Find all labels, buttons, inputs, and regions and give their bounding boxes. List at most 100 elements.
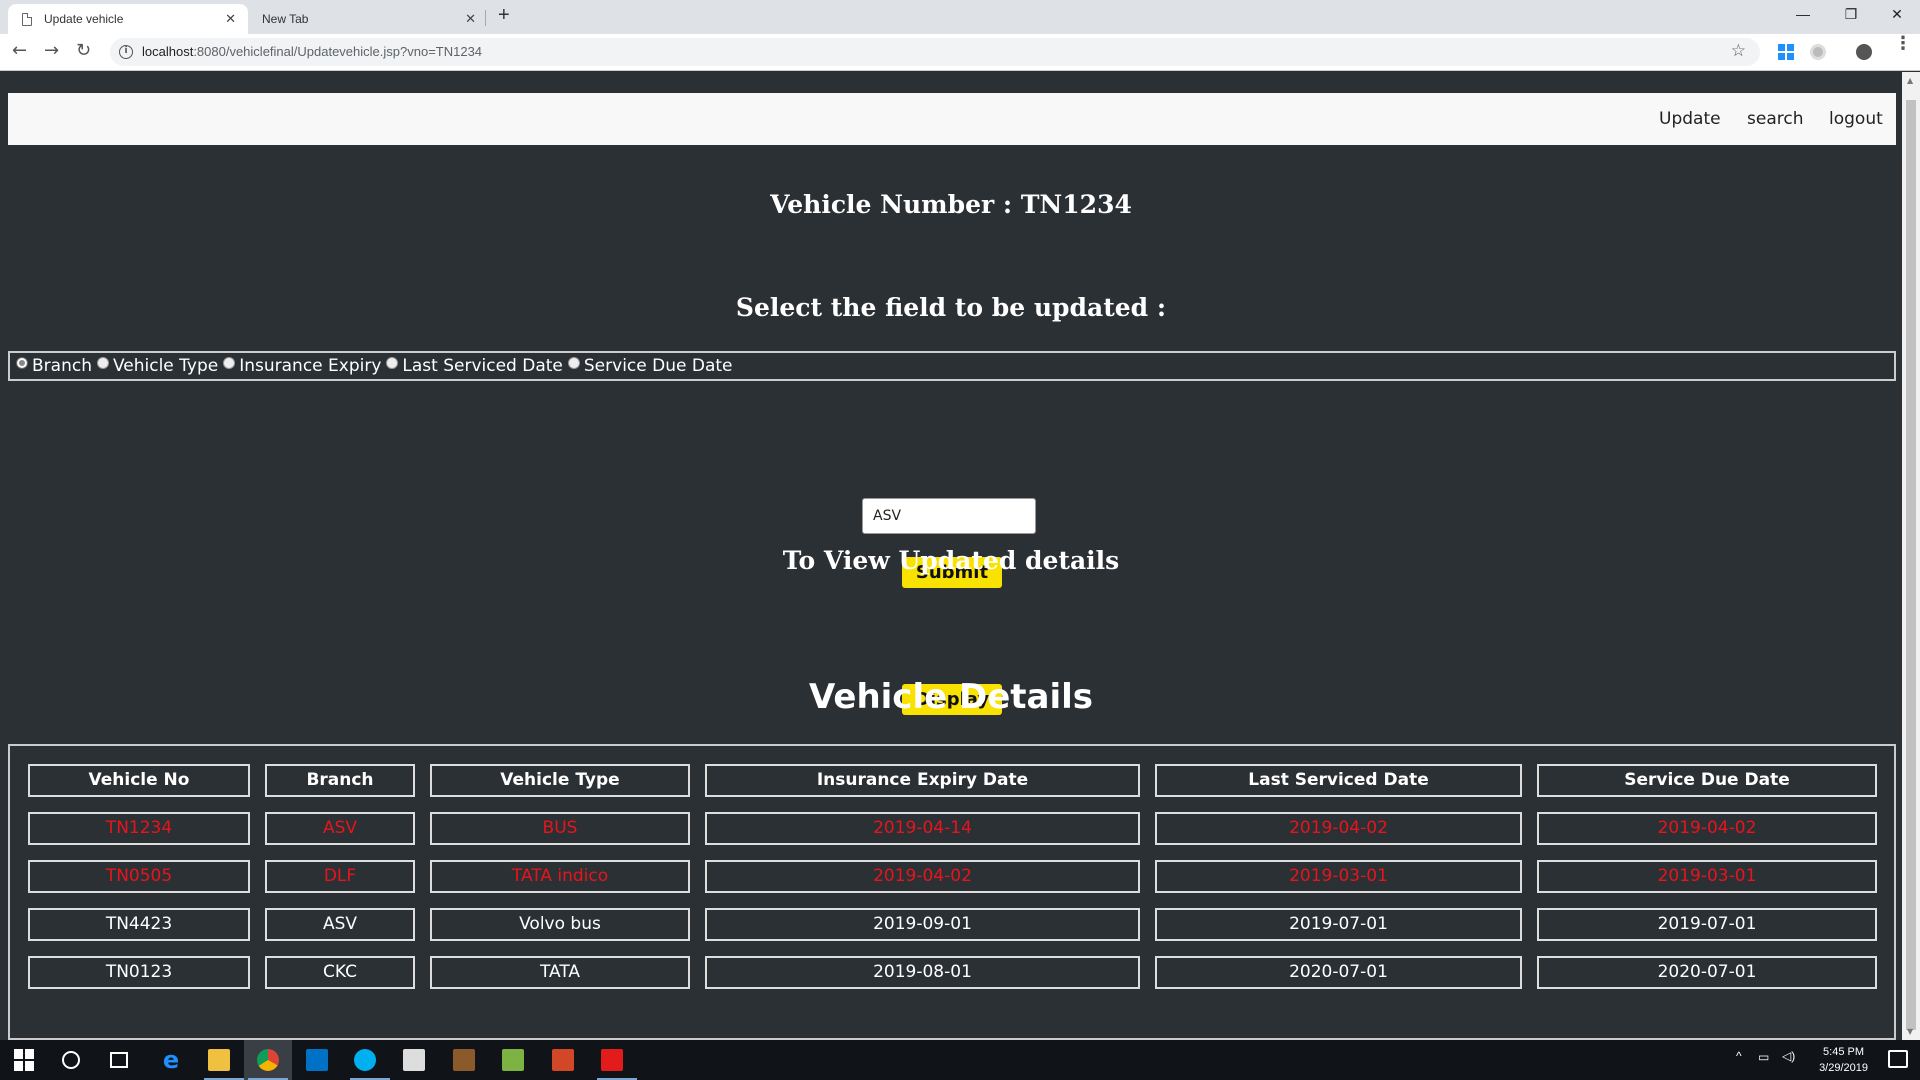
- scroll-down-arrow-icon[interactable]: ▼: [1907, 1027, 1913, 1036]
- table-cell: 2019-03-01: [1155, 860, 1522, 893]
- app-icon[interactable]: [453, 1049, 475, 1071]
- table-cell: 2019-07-01: [1537, 908, 1877, 941]
- vehicle-details-heading: Vehicle Details: [808, 677, 1094, 717]
- radio-button[interactable]: [386, 357, 399, 369]
- scroll-up-arrow-icon[interactable]: ▲: [1907, 76, 1913, 85]
- radio-button[interactable]: [567, 357, 580, 369]
- radio-label: Service Due Date: [583, 356, 733, 376]
- back-arrow-icon[interactable]: ←: [12, 40, 27, 61]
- table-cell: Volvo bus: [430, 908, 690, 941]
- minimize-icon[interactable]: —: [1780, 0, 1826, 30]
- page-body: Update search logout Vehicle Number : TN…: [0, 72, 1902, 1040]
- radio-vehicle-type[interactable]: Vehicle Type: [96, 356, 219, 376]
- radio-button[interactable]: [223, 357, 236, 369]
- table-cell: TN0123: [28, 956, 250, 989]
- table-cell: BUS: [430, 812, 690, 845]
- table-cell: 2020-07-01: [1155, 956, 1522, 989]
- address-bar[interactable]: i localhost:8080/vehiclefinal/Updatevehi…: [110, 38, 1760, 66]
- close-tab-icon[interactable]: ✕: [465, 12, 476, 25]
- radio-button[interactable]: [96, 357, 109, 369]
- task-view-icon[interactable]: [110, 1052, 128, 1068]
- action-center-icon[interactable]: [1888, 1050, 1908, 1068]
- info-icon[interactable]: i: [119, 45, 133, 59]
- field-radio-group: Branch Vehicle Type Insurance Expiry Las…: [8, 351, 1896, 381]
- view-updated-heading: To View Updated details: [782, 546, 1120, 575]
- editor-icon[interactable]: [502, 1049, 524, 1071]
- cortana-search-icon[interactable]: [62, 1051, 80, 1069]
- acrobat-icon[interactable]: [601, 1049, 623, 1071]
- radio-label: Insurance Expiry: [239, 356, 382, 376]
- table-cell: TATA indico: [430, 860, 690, 893]
- column-header: Vehicle Type: [430, 764, 690, 797]
- close-tab-icon[interactable]: ✕: [225, 12, 236, 25]
- nav-search-link[interactable]: search: [1747, 109, 1803, 129]
- url-text[interactable]: localhost:8080/vehiclefinal/Updatevehicl…: [142, 44, 482, 59]
- table-cell: DLF: [265, 860, 415, 893]
- update-value-input[interactable]: [862, 498, 1036, 534]
- radio-label: Last Serviced Date: [402, 356, 563, 376]
- skype-icon[interactable]: [354, 1049, 376, 1071]
- windows-taskbar: e ^ ▭ ◁) 5:45 PM 3/29/2019: [0, 1040, 1920, 1080]
- page-scrollbar[interactable]: ▲ ▼: [1902, 72, 1920, 1040]
- column-header: Vehicle No: [28, 764, 250, 797]
- table-cell: 2020-07-01: [1537, 956, 1877, 989]
- radio-button[interactable]: [16, 357, 28, 369]
- radio-branch[interactable]: Branch: [16, 356, 92, 376]
- network-icon[interactable]: ▭: [1758, 1050, 1769, 1064]
- table-cell: ASV: [265, 908, 415, 941]
- clock-date: 3/29/2019: [1819, 1062, 1868, 1074]
- table-cell: TN0505: [28, 860, 250, 893]
- restore-icon[interactable]: ❐: [1828, 0, 1874, 30]
- tab-update-vehicle[interactable]: Update vehicle ✕: [8, 4, 248, 34]
- forward-arrow-icon[interactable]: →: [44, 40, 59, 61]
- profile-avatar-icon[interactable]: [1856, 44, 1872, 60]
- tab-title: New Tab: [262, 12, 309, 26]
- windows-start-icon[interactable]: [14, 1049, 36, 1071]
- show-hidden-icons-icon[interactable]: ^: [1736, 1049, 1742, 1063]
- window-close-icon[interactable]: ✕: [1874, 0, 1920, 30]
- new-tab-plus-icon[interactable]: +: [498, 4, 510, 27]
- scrollbar-thumb[interactable]: [1906, 100, 1916, 1030]
- file-explorer-icon[interactable]: [208, 1049, 230, 1071]
- tab-title: Update vehicle: [44, 12, 124, 26]
- radio-label: Vehicle Type: [112, 356, 219, 376]
- radio-service-due-date[interactable]: Service Due Date: [567, 356, 733, 376]
- tab-new-tab[interactable]: New Tab ✕: [248, 4, 488, 34]
- nav-update-link[interactable]: Update: [1659, 109, 1721, 129]
- column-header: Insurance Expiry Date: [705, 764, 1140, 797]
- edge-browser-icon[interactable]: e: [160, 1048, 182, 1072]
- radio-last-serviced-date[interactable]: Last Serviced Date: [386, 356, 563, 376]
- nav-logout-link[interactable]: logout: [1829, 109, 1883, 129]
- system-clock[interactable]: 5:45 PM 3/29/2019: [1819, 1044, 1868, 1076]
- table-cell: TATA: [430, 956, 690, 989]
- table-cell: 2019-09-01: [705, 908, 1140, 941]
- select-field-heading: Select the field to be updated :: [735, 293, 1167, 322]
- chrome-browser-icon[interactable]: [257, 1049, 279, 1071]
- column-header: Last Serviced Date: [1155, 764, 1522, 797]
- clock-time: 5:45 PM: [1823, 1046, 1865, 1058]
- bookmark-star-icon[interactable]: ☆: [1731, 41, 1746, 61]
- outlook-icon[interactable]: [306, 1049, 328, 1071]
- chrome-menu-icon[interactable]: ⋮: [1894, 35, 1912, 57]
- radio-insurance-expiry[interactable]: Insurance Expiry: [223, 356, 381, 376]
- browser-tab-strip: Update vehicle ✕ New Tab ✕ + — ❐ ✕: [0, 0, 1920, 34]
- table-cell: 2019-04-02: [1537, 812, 1877, 845]
- table-cell: 2019-08-01: [705, 956, 1140, 989]
- table-cell: TN4423: [28, 908, 250, 941]
- extension-icon[interactable]: [1810, 44, 1826, 60]
- volume-icon[interactable]: ◁): [1782, 1049, 1795, 1063]
- vehicle-number-heading: Vehicle Number : TN1234: [770, 190, 1132, 219]
- column-header: Branch: [265, 764, 415, 797]
- notepad-icon[interactable]: [403, 1049, 425, 1071]
- table-cell: CKC: [265, 956, 415, 989]
- table-cell: 2019-04-14: [705, 812, 1140, 845]
- reload-icon[interactable]: ↻: [76, 40, 91, 61]
- page-icon: [22, 12, 32, 26]
- radio-label: Branch: [32, 356, 92, 376]
- table-cell: 2019-03-01: [1537, 860, 1877, 893]
- windows-extension-icon[interactable]: [1778, 44, 1794, 60]
- browser-toolbar: ← → ↻ i localhost:8080/vehiclefinal/Upda…: [0, 34, 1920, 71]
- table-cell: TN1234: [28, 812, 250, 845]
- powerpoint-icon[interactable]: [552, 1049, 574, 1071]
- url-host: localhost: [142, 44, 194, 59]
